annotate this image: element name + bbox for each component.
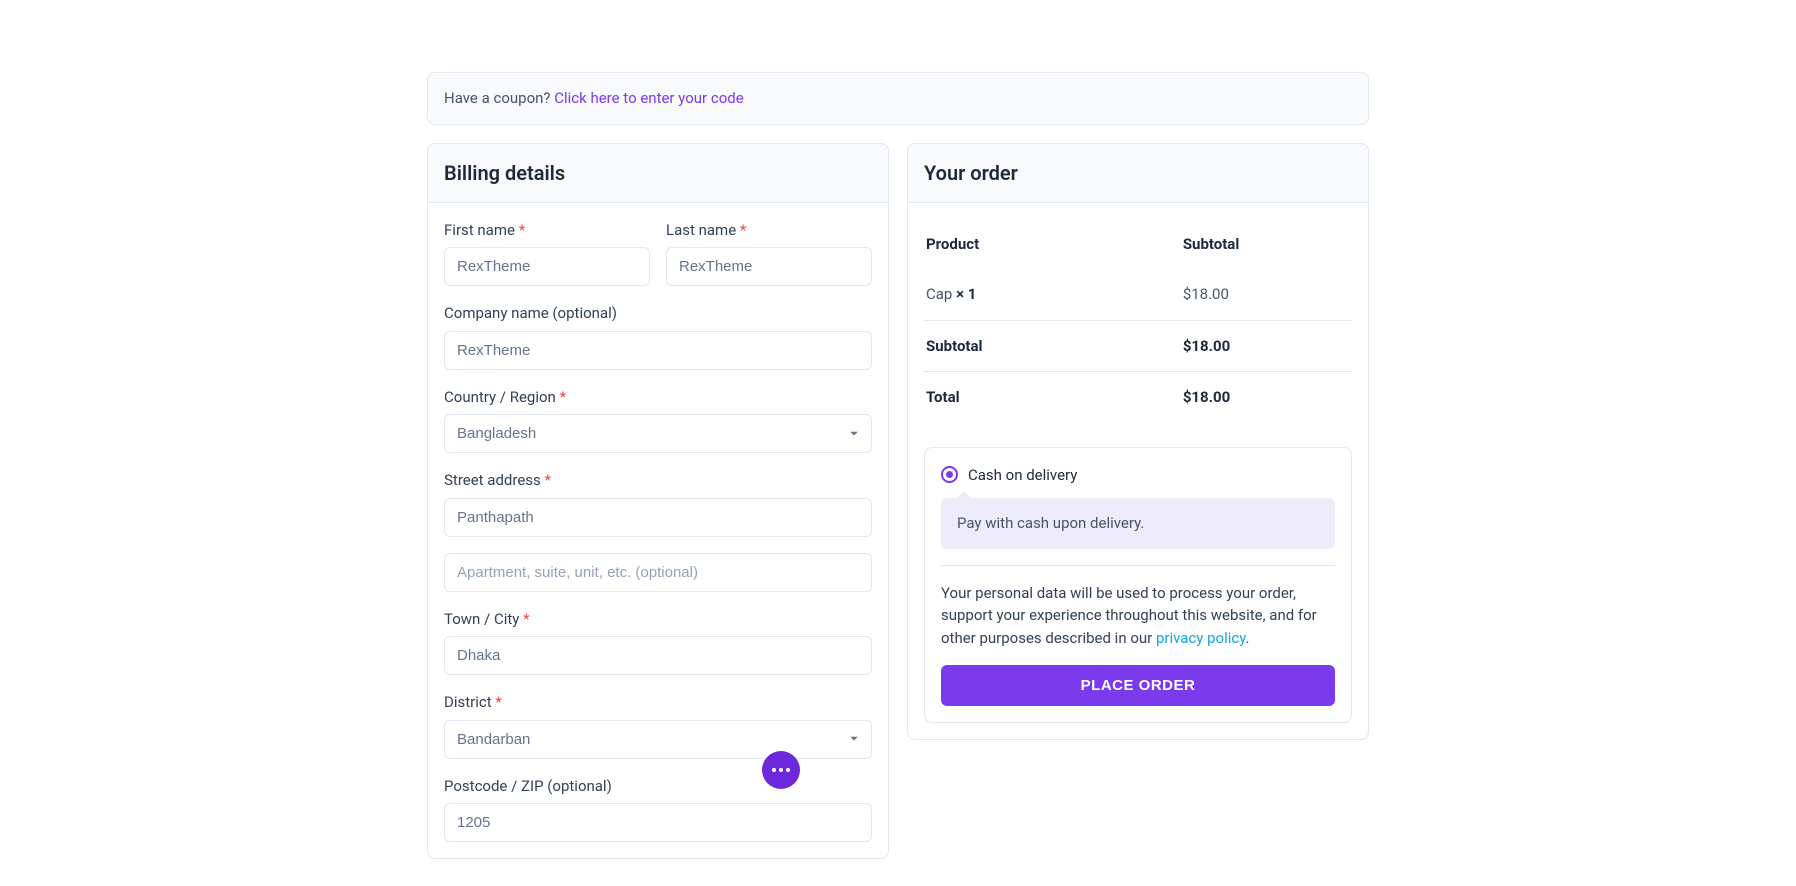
street2-input[interactable] (444, 553, 872, 592)
subtotal-row: Subtotal $18.00 (924, 320, 1352, 372)
required-asterisk: * (740, 221, 746, 239)
place-order-button[interactable]: PLACE ORDER (941, 665, 1335, 706)
city-label: Town / City * (444, 608, 872, 631)
subtotal-label: Subtotal (924, 320, 1181, 372)
total-row: Total $18.00 (924, 372, 1352, 423)
dots-icon (772, 768, 776, 772)
last-name-label: Last name * (666, 219, 872, 242)
required-asterisk: * (545, 471, 551, 489)
district-label: District * (444, 691, 872, 714)
coupon-prompt: Have a coupon? (444, 89, 554, 107)
payment-option-cod[interactable]: Cash on delivery (941, 464, 1335, 487)
col-subtotal: Subtotal (1181, 219, 1352, 270)
required-asterisk: * (560, 388, 566, 406)
company-input[interactable] (444, 331, 872, 370)
payment-box: Cash on delivery Pay with cash upon deli… (924, 447, 1352, 724)
divider (941, 565, 1335, 566)
total-label: Total (924, 372, 1181, 423)
product-cell: Cap × 1 (924, 269, 1181, 320)
first-name-input[interactable] (444, 247, 650, 286)
order-panel: Your order Product Subtotal Cap × 1 (907, 143, 1369, 741)
product-price: $18.00 (1181, 269, 1352, 320)
street-label: Street address * (444, 469, 872, 492)
billing-panel: Billing details First name * Last name * (427, 143, 889, 860)
more-fab[interactable] (762, 751, 800, 789)
city-input[interactable] (444, 636, 872, 675)
district-select[interactable]: Bandarban (444, 720, 872, 759)
col-product: Product (924, 219, 1181, 270)
order-table: Product Subtotal Cap × 1 $18.00 Subto (924, 219, 1352, 423)
required-asterisk: * (523, 610, 529, 628)
company-label: Company name (optional) (444, 302, 872, 325)
subtotal-value: $18.00 (1181, 320, 1352, 372)
order-heading: Your order (908, 144, 1368, 203)
radio-selected-icon (941, 466, 958, 483)
total-value: $18.00 (1181, 372, 1352, 423)
postcode-label: Postcode / ZIP (optional) (444, 775, 872, 798)
payment-description: Pay with cash upon delivery. (941, 498, 1335, 549)
privacy-link[interactable]: privacy policy (1156, 629, 1246, 647)
last-name-input[interactable] (666, 247, 872, 286)
billing-heading: Billing details (428, 144, 888, 203)
street1-input[interactable] (444, 498, 872, 537)
coupon-bar: Have a coupon? Click here to enter your … (427, 72, 1369, 125)
table-row: Cap × 1 $18.00 (924, 269, 1352, 320)
required-asterisk: * (495, 693, 501, 711)
required-asterisk: * (519, 221, 525, 239)
privacy-text: Your personal data will be used to proce… (941, 582, 1335, 650)
first-name-label: First name * (444, 219, 650, 242)
country-select[interactable]: Bangladesh (444, 414, 872, 453)
coupon-link[interactable]: Click here to enter your code (554, 89, 743, 107)
postcode-input[interactable] (444, 803, 872, 842)
payment-method-label: Cash on delivery (968, 464, 1077, 487)
country-label: Country / Region * (444, 386, 872, 409)
